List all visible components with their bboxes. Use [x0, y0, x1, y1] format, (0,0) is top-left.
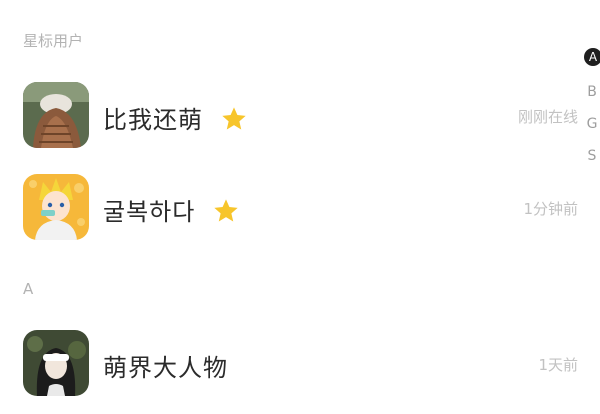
avatar[interactable]	[23, 82, 89, 148]
contact-name: 比我还萌	[103, 100, 248, 135]
contact-row[interactable]: 萌界大人物 1天前	[0, 330, 580, 400]
contact-name: 굴복하다	[103, 192, 240, 227]
avatar[interactable]	[23, 174, 89, 240]
avatar[interactable]	[23, 330, 89, 396]
section-header-a: A	[23, 280, 34, 298]
contact-name: 萌界大人物	[103, 354, 228, 382]
section-header-starred: 星标用户	[23, 32, 84, 50]
star-icon	[221, 107, 246, 130]
index-letter-b[interactable]: B	[584, 80, 600, 112]
contact-status: 1天前	[538, 356, 578, 374]
star-icon	[214, 199, 238, 222]
index-letter-g[interactable]: G	[584, 112, 600, 144]
contact-status: 1分钟前	[523, 200, 578, 218]
contact-status: 刚刚在线	[517, 108, 578, 126]
alphabet-index-bar[interactable]: A B G S	[584, 48, 600, 176]
contact-row[interactable]: 굴복하다 1分钟前	[0, 174, 580, 244]
index-letter-a[interactable]: A	[584, 48, 600, 66]
contact-row[interactable]: 比我还萌 刚刚在线	[0, 82, 580, 152]
index-letter-s[interactable]: S	[584, 144, 600, 176]
